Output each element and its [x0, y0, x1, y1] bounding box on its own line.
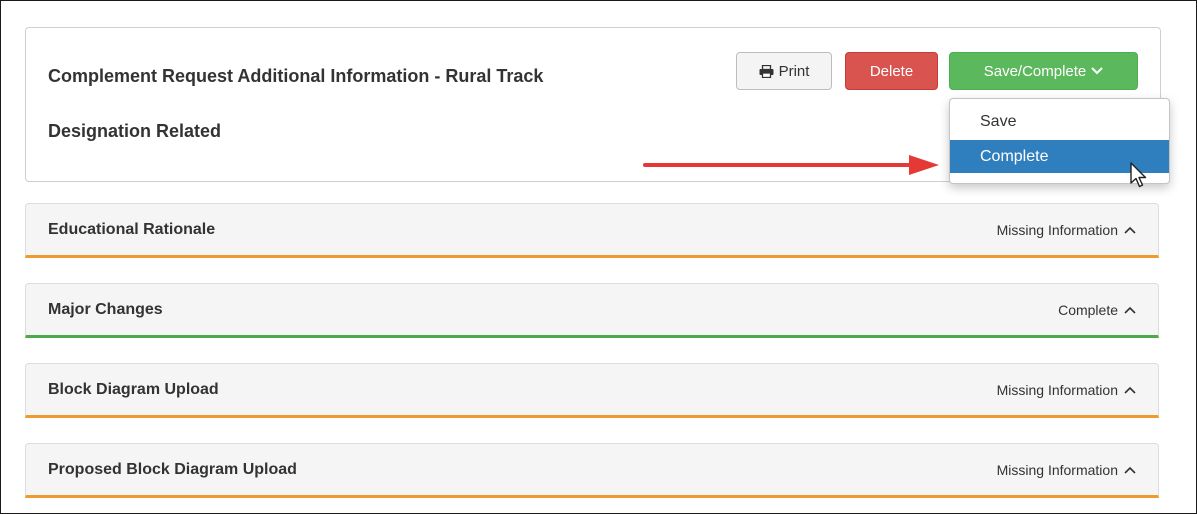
delete-button-label: Delete	[869, 62, 914, 80]
printer-icon	[759, 64, 774, 78]
chevron-up-icon[interactable]	[1124, 386, 1136, 394]
status-text: Missing Information	[996, 222, 1118, 238]
section-proposed-block-diagram-upload[interactable]: Proposed Block Diagram Upload Missing In…	[25, 443, 1159, 498]
section-status: Missing Information	[997, 382, 1136, 398]
delete-button[interactable]: Delete	[845, 52, 938, 90]
page-title-line-2: Designation Related	[48, 121, 222, 141]
section-title: Major Changes	[48, 301, 163, 318]
section-educational-rationale[interactable]: Educational Rationale Missing Informatio…	[25, 203, 1159, 258]
chevron-down-icon	[1091, 67, 1103, 75]
status-text: Missing Information	[996, 382, 1118, 398]
print-button[interactable]: Print	[736, 52, 832, 90]
chevron-up-icon[interactable]	[1124, 226, 1136, 234]
print-button-label: Print	[778, 62, 810, 80]
red-arrow-icon	[643, 155, 939, 175]
save-complete-dropdown-button[interactable]: Save/Complete	[949, 52, 1138, 90]
section-major-changes[interactable]: Major Changes Complete	[25, 283, 1159, 338]
section-title: Proposed Block Diagram Upload	[48, 461, 297, 478]
menu-item-save[interactable]: Save	[950, 105, 1169, 138]
section-status: Missing Information	[997, 222, 1136, 238]
status-text: Missing Information	[996, 462, 1118, 478]
page-title-line-1: Complement Request Additional Informatio…	[48, 66, 544, 86]
section-block-diagram-upload[interactable]: Block Diagram Upload Missing Information	[25, 363, 1159, 418]
section-status: Missing Information	[997, 462, 1136, 478]
chevron-up-icon[interactable]	[1124, 466, 1136, 474]
section-status: Complete	[1058, 302, 1136, 318]
chevron-up-icon[interactable]	[1124, 306, 1136, 314]
section-title: Block Diagram Upload	[48, 381, 219, 398]
save-complete-label: Save/Complete	[983, 62, 1087, 80]
mouse-cursor-icon	[1130, 162, 1147, 188]
page-frame: Complement Request Additional Informatio…	[0, 0, 1197, 514]
section-title: Educational Rationale	[48, 221, 216, 238]
status-text: Complete	[1058, 302, 1118, 318]
